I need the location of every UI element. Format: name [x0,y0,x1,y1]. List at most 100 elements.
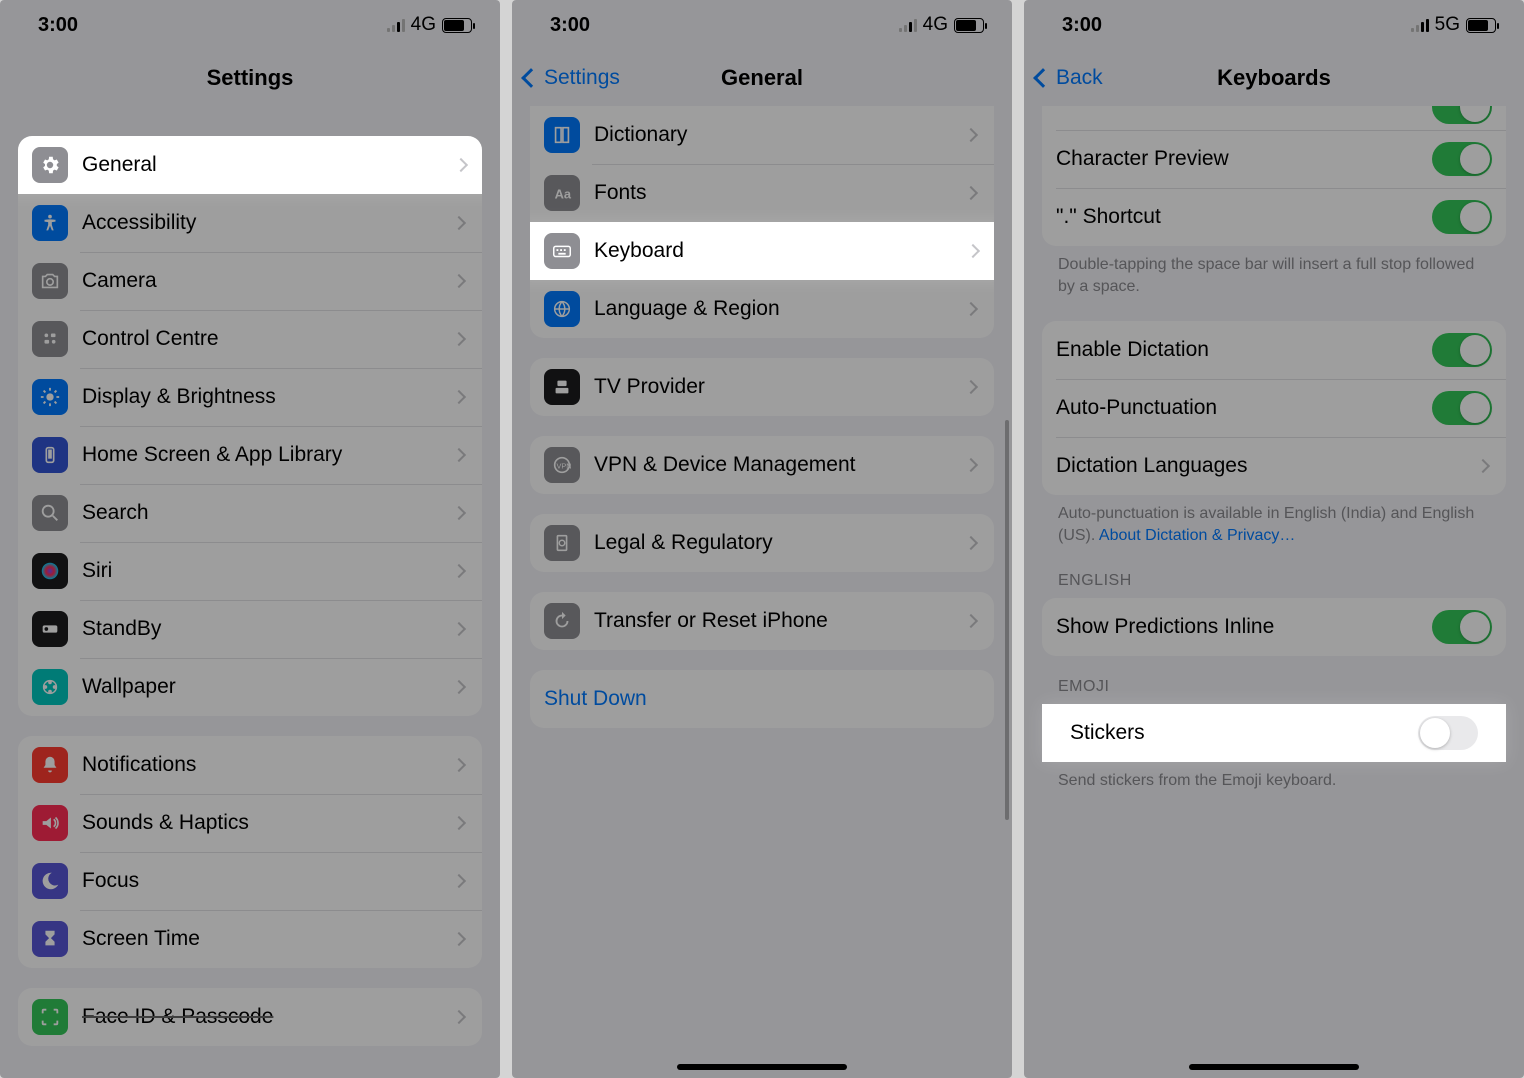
toggle-predictions[interactable] [1432,610,1492,644]
sound-icon [32,805,68,841]
chevron-right-icon [452,816,466,830]
back-button[interactable]: Back [1036,66,1103,90]
row-label: Fonts [594,181,966,205]
row-label: Search [82,501,454,525]
chevron-right-icon [452,874,466,888]
toggle-switch[interactable] [1432,391,1492,425]
home-indicator[interactable] [1189,1064,1359,1070]
row-siri[interactable]: Siri [18,542,482,600]
footer-note: Double-tapping the space bar will insert… [1042,246,1506,301]
row-wallpaper[interactable]: Wallpaper [18,658,482,716]
signal-icon [899,18,917,32]
legal-icon [544,525,580,561]
battery-icon [442,18,472,33]
row-dictation-languages[interactable]: Dictation Languages [1042,437,1506,495]
back-button[interactable]: Settings [524,66,620,90]
chevron-right-icon [452,1010,466,1024]
toggle-switch[interactable] [1432,200,1492,234]
row-label: General [82,153,456,177]
row-label: Wallpaper [82,675,454,699]
row--shortcut[interactable]: "." Shortcut [1042,188,1506,246]
row-label: Legal & Regulatory [594,531,966,555]
row-auto-punctuation[interactable]: Auto-Punctuation [1042,379,1506,437]
row-label: VPN & Device Management [594,453,966,477]
row-keyboard[interactable]: Keyboard [530,222,994,280]
status-bar: 3:00 4G [512,0,1012,50]
row-label: Enable Dictation [1056,338,1432,362]
row-focus[interactable]: Focus [18,852,482,910]
row-control-centre[interactable]: Control Centre [18,310,482,368]
row-label: Screen Time [82,927,454,951]
row-label: Shut Down [544,687,980,711]
row-label: Camera [82,269,454,293]
battery-icon [954,18,984,33]
row-dictionary[interactable]: Dictionary [530,106,994,164]
accessibility-icon [32,205,68,241]
toggle-switch[interactable] [1432,333,1492,367]
dictation-privacy-link[interactable]: About Dictation & Privacy… [1099,527,1296,544]
row-home-screen-app-library[interactable]: Home Screen & App Library [18,426,482,484]
row-legal-regulatory[interactable]: Legal & Regulatory [530,514,994,572]
row-face-id[interactable]: Face ID & Passcode [18,988,482,1046]
row-character-preview[interactable]: Character Preview [1042,130,1506,188]
row-transfer-or-reset-iphone[interactable]: Transfer or Reset iPhone [530,592,994,650]
row-shutdown[interactable]: Shut Down [530,670,994,728]
chevron-right-icon [964,380,978,394]
chevron-right-icon [964,302,978,316]
row-general[interactable]: General [18,136,482,194]
toggle-switch[interactable] [1432,106,1492,124]
row-search[interactable]: Search [18,484,482,542]
row-label: Home Screen & App Library [82,443,454,467]
chevron-right-icon [452,274,466,288]
display-icon [32,379,68,415]
network-label: 4G [411,14,436,36]
row-screen-time[interactable]: Screen Time [18,910,482,968]
gear-icon [32,147,68,183]
book-icon [544,117,580,153]
row-label: Stickers [1070,721,1418,745]
phone-settings: 3:00 4G Settings General AccessibilityCa… [0,0,500,1078]
siri-icon [32,553,68,589]
row-standby[interactable]: StandBy [18,600,482,658]
row-fonts[interactable]: Aa Fonts [530,164,994,222]
row-label: Language & Region [594,297,966,321]
moon-icon [32,863,68,899]
row-predictions[interactable]: Show Predictions Inline [1042,598,1506,656]
row-label: Face ID & Passcode [82,1005,454,1029]
signal-icon [1411,18,1429,32]
home-icon [32,437,68,473]
back-label: Back [1056,66,1103,90]
chevron-right-icon [966,244,980,258]
nav-bar: Back Keyboards [1024,50,1524,106]
row-tv-provider[interactable]: TV Provider [530,358,994,416]
toggle-stickers[interactable] [1418,716,1478,750]
row-accessibility[interactable]: Accessibility [18,194,482,252]
globe-icon [544,291,580,327]
row-sounds-haptics[interactable]: Sounds & Haptics [18,794,482,852]
chevron-right-icon [452,506,466,520]
footer-note: Auto-punctuation is available in English… [1042,495,1506,550]
scroll-indicator[interactable] [1005,420,1009,820]
back-label: Settings [544,66,620,90]
svg-text:Aa: Aa [555,187,572,202]
bell-icon [32,747,68,783]
row-label: Dictionary [594,123,966,147]
tv-icon [544,369,580,405]
row-label: Character Preview [1056,147,1432,171]
row-stickers[interactable]: Stickers [1056,704,1492,762]
row-camera[interactable]: Camera [18,252,482,310]
footer-note: Send stickers from the Emoji keyboard. [1042,762,1506,796]
toggle-switch[interactable] [1432,142,1492,176]
row-notifications[interactable]: Notifications [18,736,482,794]
home-indicator[interactable] [677,1064,847,1070]
status-time: 3:00 [38,14,78,37]
section-header: ENGLISH [1042,550,1506,598]
row-display-brightness[interactable]: Display & Brightness [18,368,482,426]
chevron-right-icon [452,390,466,404]
row-vpn-device-management[interactable]: VPNVPN & Device Management [530,436,994,494]
status-time: 3:00 [1062,14,1102,37]
chevron-right-icon [452,680,466,694]
row-language-region[interactable]: Language & Region [530,280,994,338]
status-bar: 3:00 5G [1024,0,1524,50]
row-enable-dictation[interactable]: Enable Dictation [1042,321,1506,379]
